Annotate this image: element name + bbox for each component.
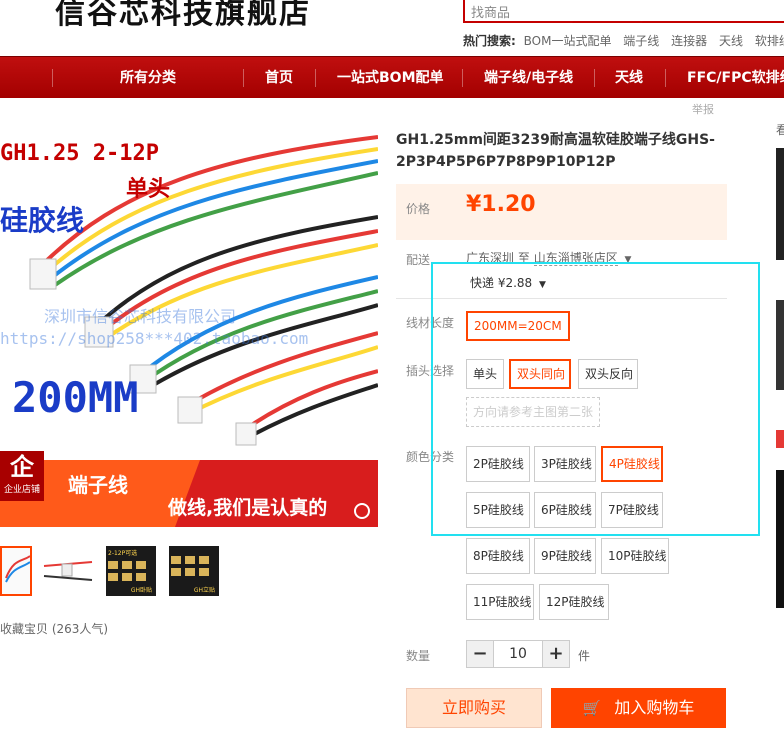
price-label: 价格 [406,202,431,216]
hot-search-item[interactable]: BOM一站式配单 [524,34,612,48]
shipping-label: 配送 [406,253,431,267]
decrease-button[interactable]: − [467,641,493,667]
shop-nav-bar: 所有分类 首页 一站式BOM配单 端子线/电子线 天线 FFC/FPC软排线 [0,56,784,98]
product-title: GH1.25mm间距3239耐高温软硅胶端子线GHS-2P3P4P5P6P7P8… [396,132,715,170]
add-to-cart-label: 加入购物车 [614,698,695,717]
thumbnail-4[interactable]: GH立贴 [169,546,219,596]
quantity-unit: 件 [578,649,591,663]
buy-now-button[interactable]: 立即购买 [406,688,542,728]
quantity-input[interactable]: 10 [493,641,543,667]
nav-ffc-fpc[interactable]: FFC/FPC软排线 [687,57,784,99]
side-thumbnail[interactable] [776,470,784,608]
image-watermark-company: 深圳市信谷芯科技有限公司 [44,307,237,326]
thumbnail-3-sublabel: GH卧贴 [130,587,152,594]
hot-search-item[interactable]: 软排线 [755,34,784,48]
hot-search-item[interactable]: 天线 [719,34,743,48]
thumbnail-2[interactable] [42,546,94,596]
price-value: ¥1.20 [466,192,536,217]
hot-search-label: 热门搜索: [463,34,516,48]
nav-divider [594,69,595,87]
side-thumbnail[interactable] [776,148,784,260]
enterprise-badge: 企 企业店铺 [0,451,44,501]
zoom-icon[interactable] [354,503,370,519]
quantity-stepper: − 10 + [466,640,570,668]
enterprise-badge-char: 企 [10,453,34,481]
nav-terminal-wire[interactable]: 端子线/电子线 [484,57,573,99]
image-text-single-head: 单头 [126,177,171,202]
image-text-slogan: 做线,我们是认真的 [168,497,328,519]
highlight-box [431,262,760,536]
nav-divider [315,69,316,87]
collect-link[interactable]: 收藏宝贝 (263人气) [0,620,108,637]
cable-illustration [0,135,378,527]
hot-search-item[interactable]: 端子线 [623,34,659,48]
image-text-terminal: 端子线 [68,473,128,497]
nav-bom[interactable]: 一站式BOM配单 [337,57,444,99]
nav-divider [52,69,53,87]
image-text-model: GH1.25 2-12P [0,141,159,166]
price-panel [396,184,727,240]
image-text-silicone: 硅胶线 [0,204,85,237]
image-text-length: 200MM [12,373,139,422]
add-to-cart-button[interactable]: 🛒 加入购物车 [551,688,726,728]
quantity-label: 数量 [406,649,431,663]
hot-search-item[interactable]: 连接器 [671,34,707,48]
nav-antenna[interactable]: 天线 [615,57,643,99]
option-color-9p[interactable]: 9P硅胶线 [534,538,596,574]
cart-icon: 🛒 [582,699,602,717]
side-panel-label: 看 [776,123,784,137]
side-thumbnail[interactable] [776,430,784,448]
shop-name[interactable]: 信谷芯科技旗舰店 [55,0,311,32]
hot-search-bar: 热门搜索: BOM一站式配单 端子线 连接器 天线 软排线 [463,32,784,49]
thumbnail-1[interactable] [0,546,32,596]
image-watermark-url: https://shop258***402.taobao.com [0,329,309,348]
option-color-8p[interactable]: 8P硅胶线 [466,538,530,574]
main-product-image[interactable]: GH1.25 2-12P 单头 硅胶线 深圳市信谷芯科技有限公司 https:/… [0,127,378,527]
side-thumbnail[interactable] [776,300,784,390]
nav-all-categories[interactable]: 所有分类 [120,57,176,99]
nav-divider [665,69,666,87]
option-color-11p[interactable]: 11P硅胶线 [466,584,534,620]
thumbnail-3[interactable]: 2-12P可选 GH卧贴 [106,546,156,596]
nav-divider [462,69,463,87]
nav-home[interactable]: 首页 [265,57,293,99]
enterprise-badge-label: 企业店铺 [3,485,40,495]
increase-button[interactable]: + [543,641,569,667]
option-color-10p[interactable]: 10P硅胶线 [601,538,669,574]
report-link[interactable]: 举报 [692,101,714,117]
search-input[interactable]: 找商品 [463,0,784,23]
thumbnail-3-label: 2-12P可选 [108,550,138,557]
nav-divider [243,69,244,87]
thumbnail-4-label: GH立贴 [193,587,215,594]
option-color-12p[interactable]: 12P硅胶线 [539,584,609,620]
